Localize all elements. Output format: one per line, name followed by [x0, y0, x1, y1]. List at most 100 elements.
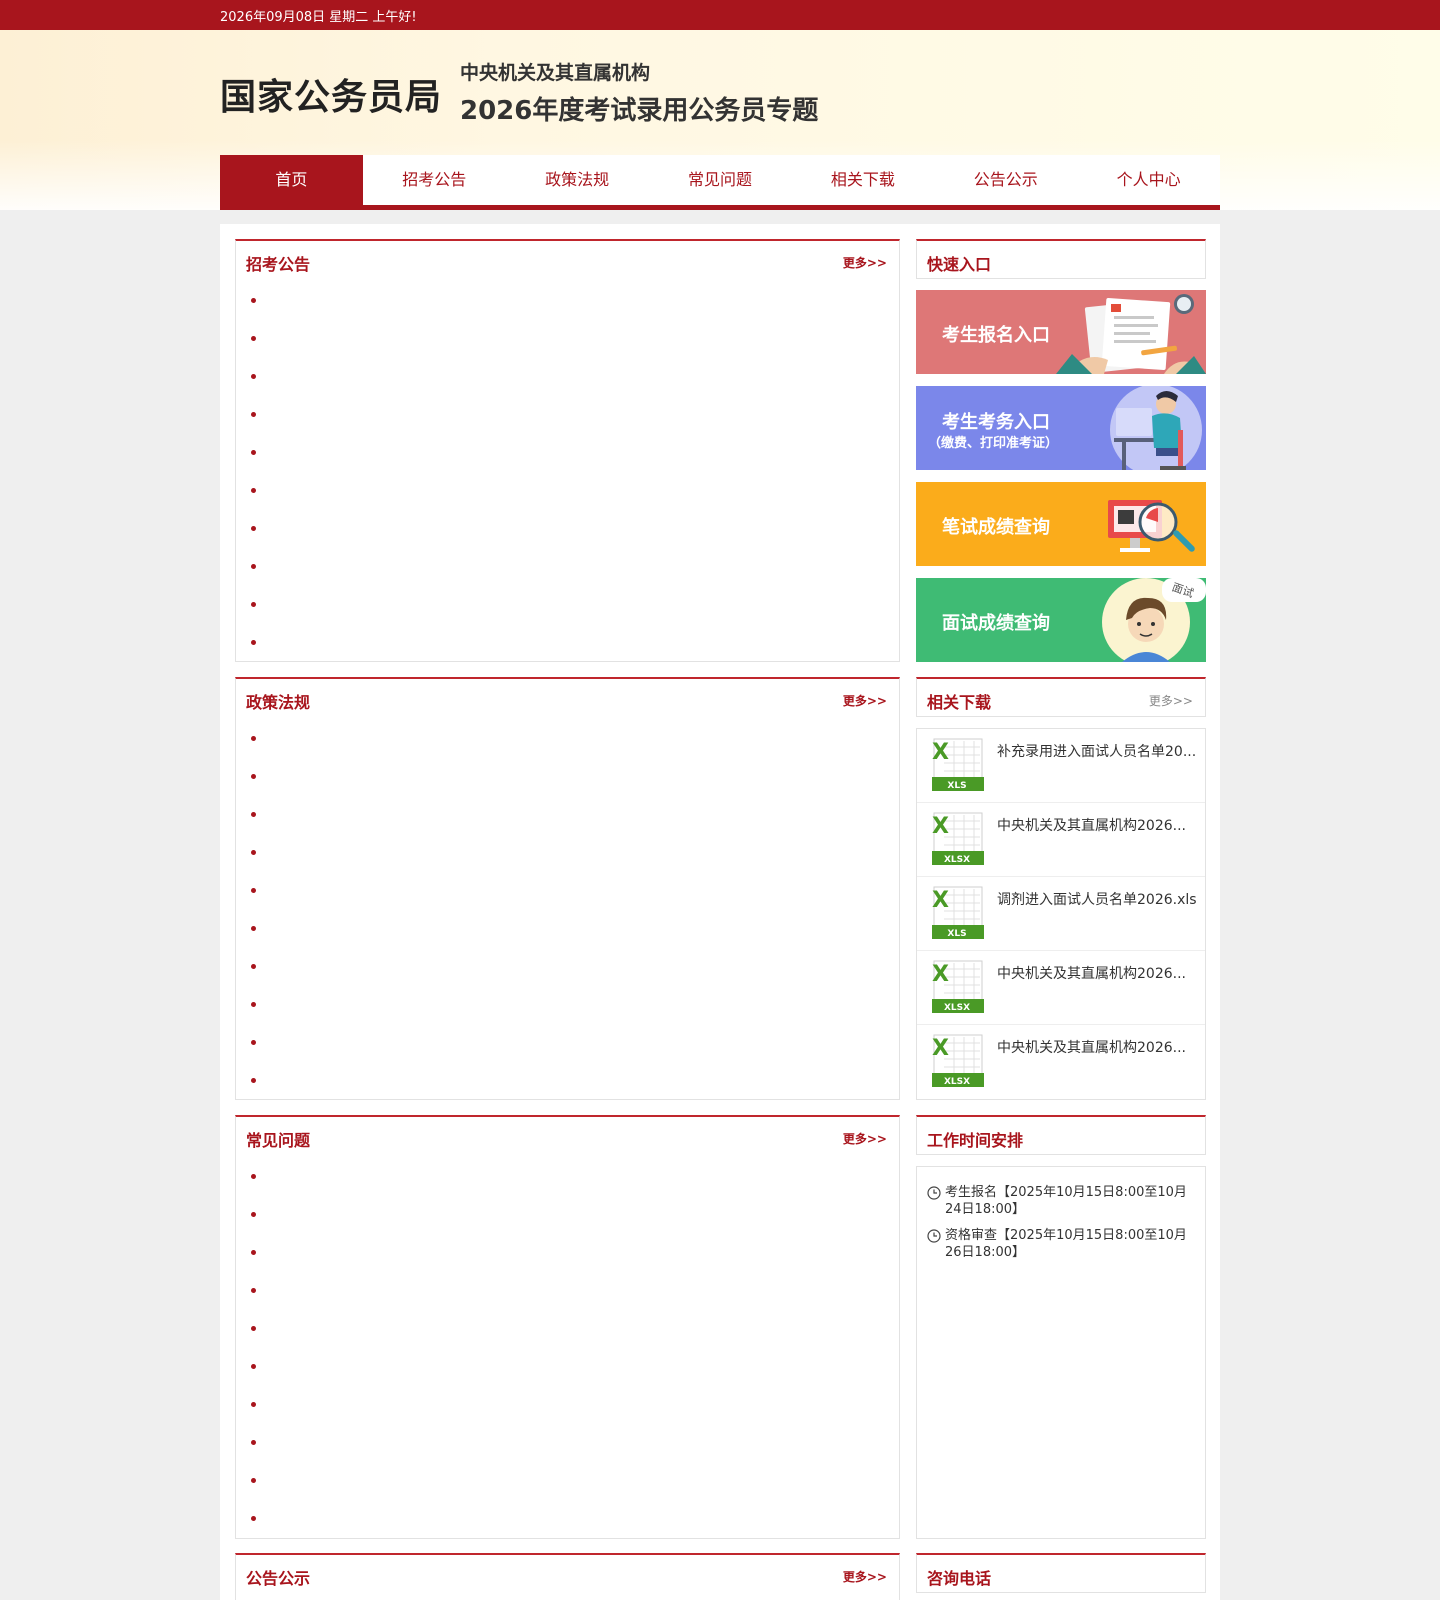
more-link[interactable]: 更多>> — [1149, 692, 1193, 709]
main-content: 招考公告 更多>> 快速入口 考生报名入口 考生考务入口 （缴费、打印准考证） … — [220, 224, 1220, 1600]
download-item[interactable]: XLSX X 中央机关及其直属机构2026... — [917, 803, 1205, 877]
interview-score-query-button[interactable]: 面试成绩查询 面试 — [916, 578, 1206, 662]
file-type-label: XLS — [947, 929, 966, 939]
panel-title: 常见问题 — [246, 1131, 311, 1150]
button-note: （缴费、打印准考证） — [928, 436, 1059, 451]
list-item-bullet[interactable] — [251, 1002, 256, 1007]
file-type-label: XLSX — [944, 855, 970, 865]
button-label: 考生考务入口 — [942, 412, 1050, 433]
schedule-item: 考生报名【2025年10月15日8:00至10月24日18:00】 — [927, 1184, 1197, 1218]
nav-notices[interactable]: 公告公示 — [934, 155, 1077, 205]
exam-affairs-entry-button[interactable]: 考生考务入口 （缴费、打印准考证） — [916, 386, 1206, 470]
list-item-bullet[interactable] — [251, 450, 256, 455]
panel-title: 快速入口 — [927, 255, 992, 274]
panel-title: 公告公示 — [246, 1569, 311, 1588]
clock-icon — [927, 1186, 941, 1200]
nav-home[interactable]: 首页 — [220, 155, 363, 205]
list-item-bullet[interactable] — [251, 488, 256, 493]
more-link[interactable]: 更多>> — [843, 254, 887, 271]
download-item[interactable]: XLSX X 中央机关及其直属机构2026... — [917, 951, 1205, 1025]
list-item-bullet[interactable] — [251, 602, 256, 607]
list-item-bullet[interactable] — [251, 1288, 256, 1293]
button-label: 面试成绩查询 — [942, 613, 1050, 634]
list-item-bullet[interactable] — [251, 1040, 256, 1045]
list-item-bullet[interactable] — [251, 736, 256, 741]
schedule-text: 考生报名【2025年10月15日8:00至10月24日18:00】 — [945, 1185, 1187, 1217]
panel-title: 咨询电话 — [927, 1569, 992, 1588]
downloads-header: 相关下载 更多>> — [916, 677, 1206, 717]
svg-text:X: X — [932, 1036, 949, 1061]
nav-faq[interactable]: 常见问题 — [649, 155, 792, 205]
main-nav: 首页 招考公告 政策法规 常见问题 相关下载 公告公示 个人中心 — [220, 155, 1220, 210]
registration-entry-button[interactable]: 考生报名入口 — [916, 290, 1206, 374]
panel-title: 相关下载 — [927, 693, 992, 712]
written-score-query-button[interactable]: 笔试成绩查询 — [916, 482, 1206, 566]
download-item[interactable]: XLS X 补充录用进入面试人员名单20... — [917, 729, 1205, 803]
schedule-item: 资格审查【2025年10月15日8:00至10月26日18:00】 — [927, 1227, 1197, 1261]
file-type-label: XLSX — [944, 1003, 970, 1013]
list-item-bullet[interactable] — [251, 1212, 256, 1217]
list-item-bullet[interactable] — [251, 1402, 256, 1407]
list-item-bullet[interactable] — [251, 1516, 256, 1521]
download-file-name[interactable]: 补充录用进入面试人员名单20... — [997, 741, 1197, 761]
current-date: 2026年09月08日 星期二 上午好! — [220, 10, 417, 25]
header-title: 2026年度考试录用公务员专题 — [460, 96, 819, 126]
list-item-bullet[interactable] — [251, 412, 256, 417]
list-item-bullet[interactable] — [251, 298, 256, 303]
top-bar: 2026年09月08日 星期二 上午好! — [0, 0, 1440, 30]
excel-file-icon: XLSX X — [932, 960, 984, 1013]
download-item[interactable]: XLSX X 中央机关及其直属机构2026... — [917, 1025, 1205, 1099]
list-item-bullet[interactable] — [251, 1440, 256, 1445]
download-file-name[interactable]: 调剂进入面试人员名单2026.xls — [997, 889, 1197, 909]
panel-title: 政策法规 — [246, 693, 311, 712]
button-label: 考生报名入口 — [942, 325, 1050, 346]
schedule-body: 考生报名【2025年10月15日8:00至10月24日18:00】 资格审查【2… — [916, 1166, 1206, 1539]
list-item-bullet[interactable] — [251, 564, 256, 569]
nav-announcements[interactable]: 招考公告 — [363, 155, 506, 205]
nav-policies[interactable]: 政策法规 — [506, 155, 649, 205]
notices-panel: 公告公示 更多>> — [235, 1553, 900, 1600]
more-link[interactable]: 更多>> — [843, 692, 887, 709]
list-item-bullet[interactable] — [251, 850, 256, 855]
list-item-bullet[interactable] — [251, 1174, 256, 1179]
download-file-name[interactable]: 中央机关及其直属机构2026... — [997, 815, 1197, 835]
policies-panel: 政策法规 更多>> — [235, 677, 900, 1100]
list-item-bullet[interactable] — [251, 374, 256, 379]
list-item-bullet[interactable] — [251, 1478, 256, 1483]
list-item-bullet[interactable] — [251, 888, 256, 893]
list-item-bullet[interactable] — [251, 774, 256, 779]
file-type-label: XLS — [947, 781, 966, 791]
list-item-bullet[interactable] — [251, 1250, 256, 1255]
list-item-bullet[interactable] — [251, 336, 256, 341]
nav-personal-center[interactable]: 个人中心 — [1077, 155, 1220, 205]
documents-illustration-icon — [1056, 294, 1206, 374]
schedule-text: 资格审查【2025年10月15日8:00至10月26日18:00】 — [945, 1228, 1187, 1260]
nav-downloads[interactable]: 相关下载 — [791, 155, 934, 205]
svg-text:X: X — [932, 962, 949, 987]
list-item-bullet[interactable] — [251, 640, 256, 645]
download-file-name[interactable]: 中央机关及其直属机构2026... — [997, 1037, 1197, 1057]
computer-user-illustration-icon — [1110, 386, 1202, 470]
list-item-bullet[interactable] — [251, 926, 256, 931]
list-item-bullet[interactable] — [251, 964, 256, 969]
announcements-panel: 招考公告 更多>> — [235, 239, 900, 662]
more-link[interactable]: 更多>> — [843, 1568, 887, 1585]
header-subtitle: 中央机关及其直属机构 — [460, 62, 651, 84]
download-file-name[interactable]: 中央机关及其直属机构2026... — [997, 963, 1197, 983]
download-item[interactable]: XLS X 调剂进入面试人员名单2026.xls — [917, 877, 1205, 951]
file-type-label: XLSX — [944, 1077, 970, 1087]
panel-title: 招考公告 — [246, 255, 311, 274]
list-item-bullet[interactable] — [251, 1078, 256, 1083]
clock-icon — [927, 1229, 941, 1243]
list-item-bullet[interactable] — [251, 526, 256, 531]
list-item-bullet[interactable] — [251, 1326, 256, 1331]
list-item-bullet[interactable] — [251, 1364, 256, 1369]
svg-text:X: X — [932, 888, 949, 913]
downloads-list: XLS X 补充录用进入面试人员名单20... XLSX X 中央机关及其直属机… — [916, 728, 1206, 1100]
more-link[interactable]: 更多>> — [843, 1130, 887, 1147]
panel-title: 工作时间安排 — [927, 1131, 1024, 1150]
excel-file-icon: XLS X — [932, 738, 984, 791]
excel-file-icon: XLS X — [932, 886, 984, 939]
site-logo[interactable]: 国家公务员局 — [220, 68, 442, 120]
list-item-bullet[interactable] — [251, 812, 256, 817]
